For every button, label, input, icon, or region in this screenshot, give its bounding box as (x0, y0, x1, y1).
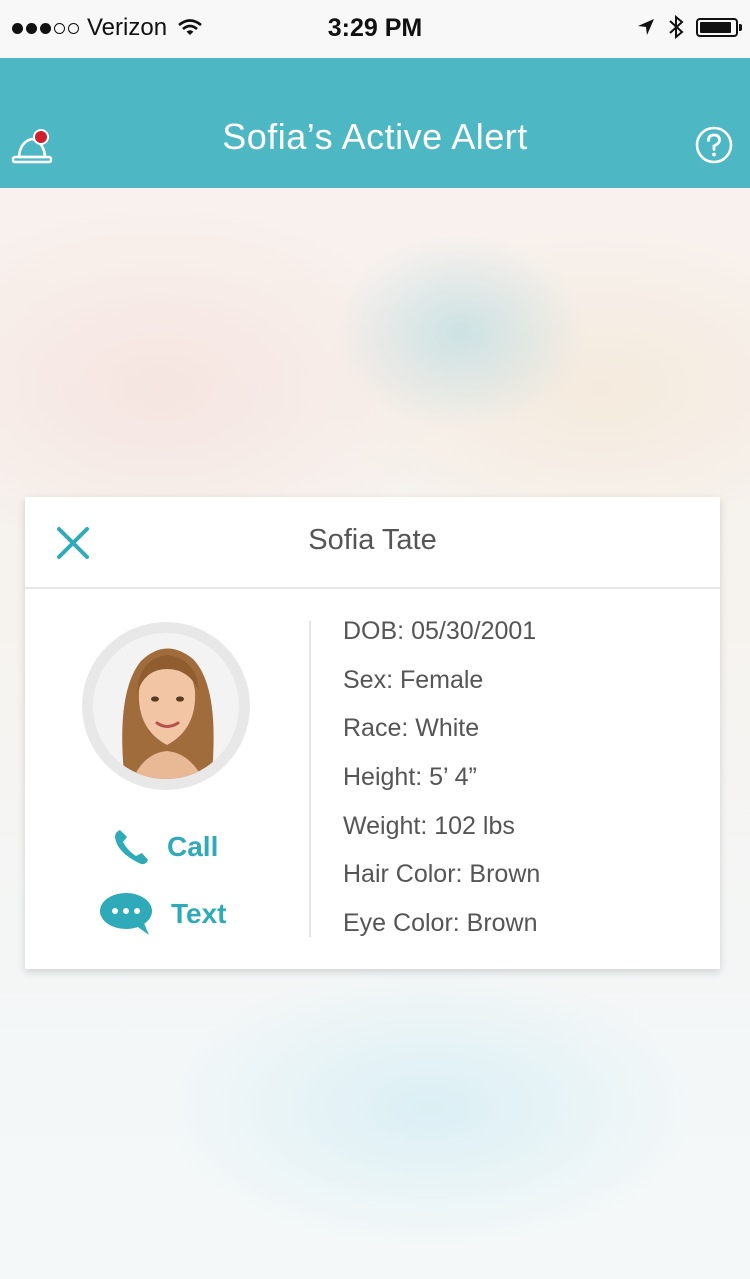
profile-name: Sofia Tate (308, 524, 437, 556)
detail-height: Height: 5’ 4” (343, 763, 477, 792)
help-icon[interactable] (694, 125, 734, 165)
vertical-divider (309, 621, 311, 937)
call-button[interactable]: Call (111, 827, 218, 867)
phone-icon (115, 830, 148, 865)
detail-race: Race: White (343, 714, 480, 743)
battery-icon (696, 17, 742, 37)
call-label: Call (167, 831, 219, 862)
card-header: Sofia Tate (25, 497, 720, 589)
location-arrow-icon (638, 19, 654, 35)
detail-weight: Weight: 102 lbs (343, 811, 515, 840)
status-right (636, 14, 742, 40)
text-button[interactable]: Text (99, 891, 227, 937)
detail-eye-color: Eye Color: Brown (343, 909, 538, 938)
detail-hair-color: Hair Color: Brown (343, 860, 541, 889)
avatar (82, 622, 250, 790)
page-title: Sofia’s Active Alert (222, 116, 528, 157)
bluetooth-icon (669, 14, 684, 40)
profile-card: Sofia Tate Call Text DOB: 05/30/2001 Sex… (25, 497, 720, 969)
status-bar: Verizon 3:29 PM (0, 0, 750, 58)
chat-bubble-icon (100, 893, 152, 935)
text-label: Text (171, 898, 227, 929)
detail-sex: Sex: Female (343, 665, 484, 694)
child-photo (93, 633, 239, 779)
profile-details: DOB: 05/30/2001 Sex: Female Race: White … (343, 613, 540, 954)
app-header: Sofia’s Active Alert (0, 58, 750, 188)
detail-dob: DOB: 05/30/2001 (343, 617, 537, 645)
